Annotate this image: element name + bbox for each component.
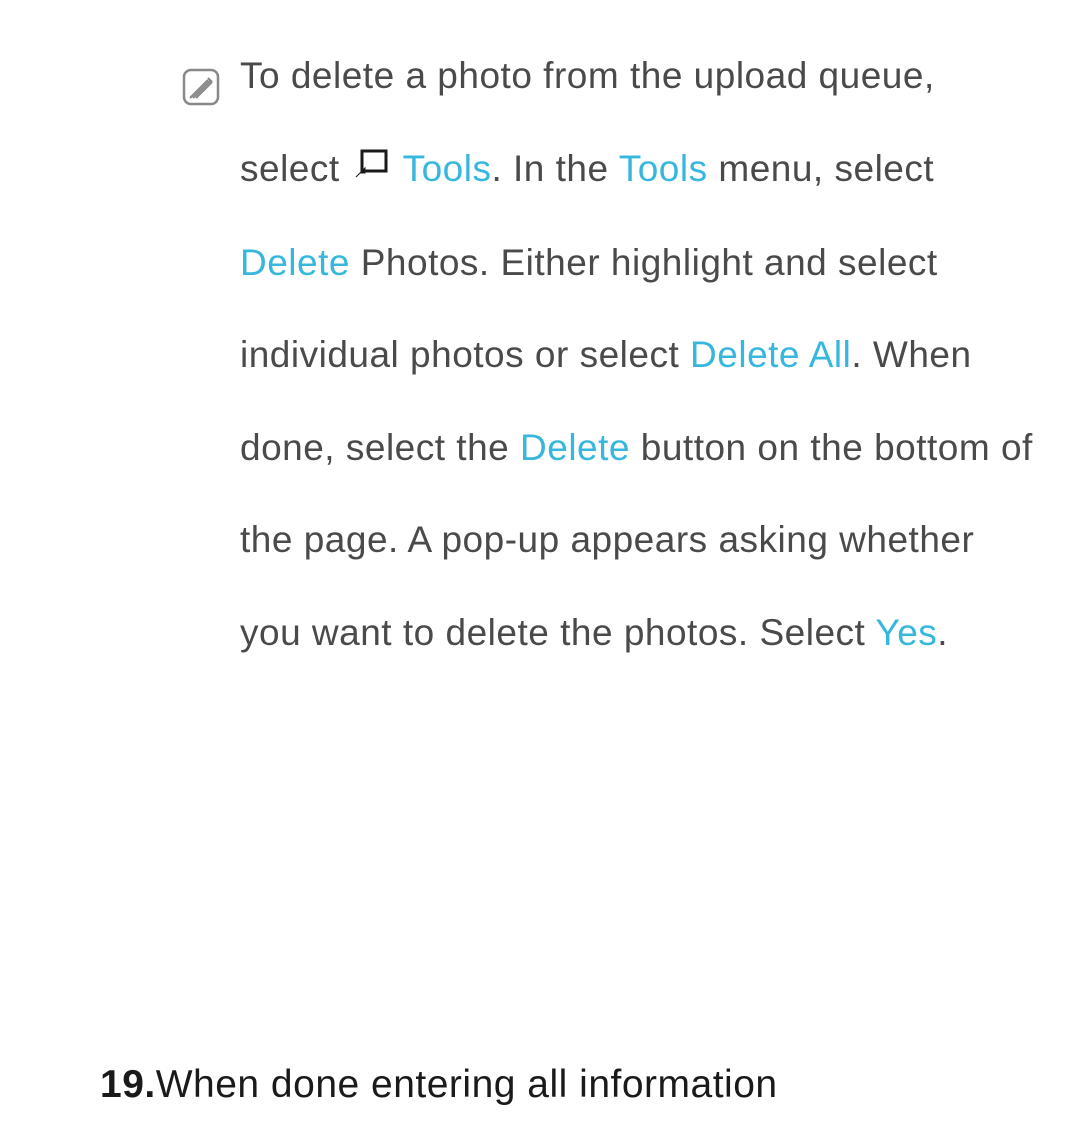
note-text: To delete a photo from the upload queue,… bbox=[240, 30, 1040, 679]
note-text-part7: . bbox=[937, 612, 948, 653]
note-text-part3: menu, select bbox=[708, 148, 935, 189]
delete-link-2: Delete bbox=[520, 427, 630, 468]
delete-link-1: Delete bbox=[240, 242, 350, 283]
note-text-part2: . In the bbox=[491, 148, 618, 189]
yes-link: Yes bbox=[875, 612, 937, 653]
delete-all-link: Delete All bbox=[690, 334, 851, 375]
tools-icon bbox=[354, 121, 388, 214]
step-number: 19. bbox=[100, 1063, 156, 1106]
note-block: To delete a photo from the upload queue,… bbox=[180, 30, 1040, 679]
tools-link-1: Tools bbox=[403, 148, 492, 189]
tools-link-2: Tools bbox=[619, 148, 708, 189]
step-text: When done entering all information bbox=[156, 1063, 778, 1106]
step-block: 19.When done entering all information bbox=[100, 1036, 1040, 1134]
